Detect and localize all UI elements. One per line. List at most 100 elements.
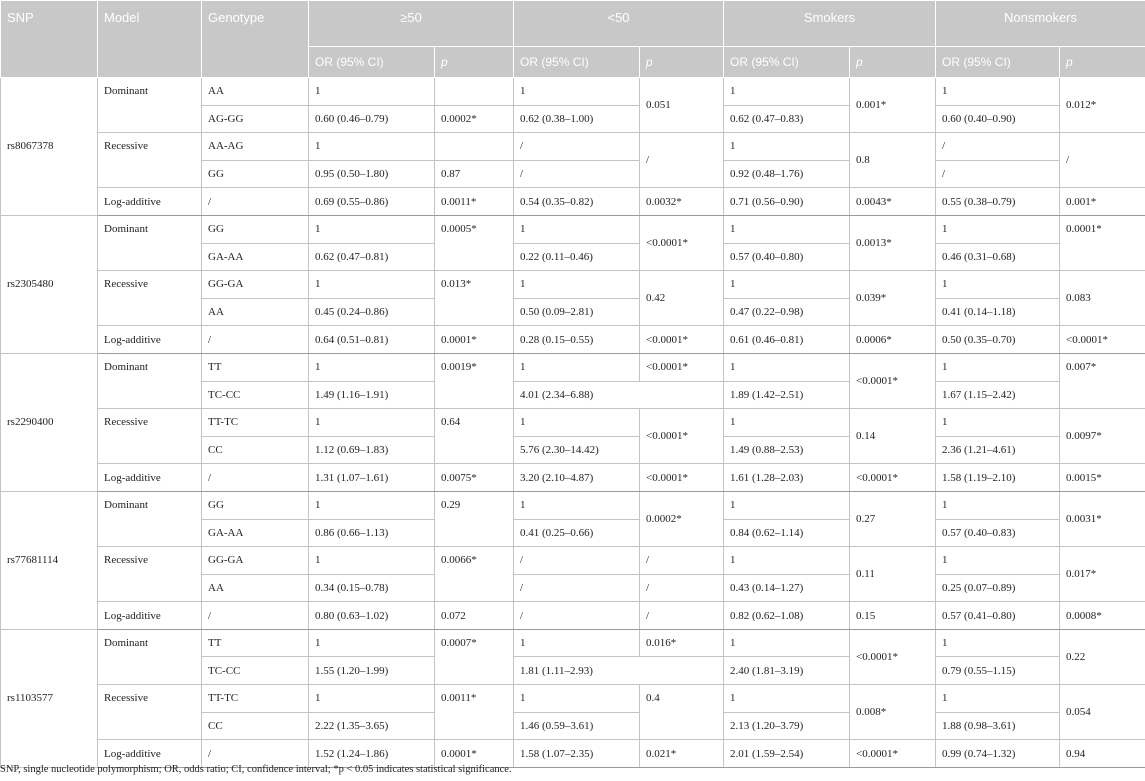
or-cell: 0.41 (0.25–0.66): [513, 518, 641, 548]
p-cell: 0.0007*: [433, 628, 515, 686]
header-group-age-50-plus: ≥50: [307, 0, 515, 47]
or-cell: 0.84 (0.62–1.14): [723, 518, 851, 548]
genotype-cell: GG: [201, 214, 309, 244]
or-cell: 0.34 (0.15–0.78): [308, 573, 435, 603]
genotype-cell: GA-AA: [201, 518, 309, 548]
or-cell: /: [513, 601, 641, 630]
or-cell: 2.13 (1.20–3.79): [723, 711, 851, 741]
or-cell: 0.41 (0.14–1.18): [935, 297, 1061, 327]
or-cell: 0.99 (0.74–1.32): [935, 739, 1061, 768]
p-cell: 0.0066*: [433, 546, 515, 603]
p-cell: 0.0075*: [433, 463, 515, 492]
table-row: rs77681114 Dominant GG 1 0.29 1 0.0002* …: [0, 490, 1145, 630]
or-cell: 0.86 (0.66–1.13): [308, 518, 435, 548]
or-cell: 1: [723, 270, 851, 299]
table-row: Log-additive / 0.69 (0.55–0.86) 0.0011* …: [1, 187, 1145, 216]
p-cell: <0.0001*: [639, 463, 725, 492]
p-cell: 0.0011*: [433, 187, 515, 216]
table-row: rs2305480 Dominant GG 1 0.0005* 1 <0.000…: [0, 214, 1145, 354]
or-cell: 1: [723, 546, 851, 575]
p-cell: <0.0001*: [849, 628, 937, 686]
or-cell: 1: [513, 628, 641, 658]
genotype-cell: AA: [201, 297, 309, 327]
genotype-cell: /: [201, 325, 309, 354]
table-footnote: SNP, single nucleotide polymorphism; OR,…: [0, 764, 512, 775]
or-cell: 1.55 (1.20–1.99): [308, 656, 435, 686]
or-cell: 1.12 (0.69–1.83): [308, 435, 435, 465]
p-cell: 0.87: [433, 159, 515, 189]
header-row-groups: SNP Model Genotype ≥50 <50 Smokers Nonsm…: [0, 0, 1145, 78]
or-cell: 1.49 (0.88–2.53): [723, 435, 851, 465]
p-cell: [433, 132, 515, 161]
table-row: Recessive TT-TC 1 0.0011* 1 0.4 1 0.008*…: [1, 684, 1145, 741]
or-cell: 5.76 (2.30–14.42): [513, 435, 641, 465]
header-or: OR (95% CI): [935, 46, 1061, 78]
model-cell: Log-additive: [97, 601, 202, 630]
p-cell: 0.0013*: [849, 214, 937, 272]
p-cell: 0.4: [639, 684, 725, 741]
or-cell: 1: [513, 684, 641, 713]
or-cell: 1.81 (1.11–2.93): [513, 656, 725, 686]
p-cell: /: [639, 573, 725, 603]
model-cell: Recessive: [97, 270, 202, 327]
or-cell: 1: [308, 490, 435, 520]
snp-cell: rs77681114: [0, 490, 98, 630]
or-cell: 2.40 (1.81–3.19): [723, 656, 851, 686]
header-p: p: [1059, 46, 1145, 78]
model-cell: Log-additive: [97, 325, 202, 354]
p-cell: <0.0001*: [639, 325, 725, 354]
genotype-cell: CC: [201, 711, 309, 741]
or-cell: 1: [723, 77, 851, 106]
header-p: p: [849, 46, 937, 78]
snp-cell: rs8067378: [0, 77, 98, 216]
or-cell: 0.62 (0.47–0.83): [723, 104, 851, 134]
or-cell: 0.60 (0.46–0.79): [308, 104, 435, 134]
or-cell: /: [935, 159, 1061, 189]
genotype-cell: TC-CC: [201, 380, 309, 410]
p-cell: 0.8: [849, 132, 937, 189]
genotype-cell: CC: [201, 435, 309, 465]
header-or: OR (95% CI): [723, 46, 851, 78]
p-cell: 0.083: [1059, 270, 1145, 327]
table-row: Recessive GG-GA 1 0.013* 1 0.42 1 0.039*…: [1, 270, 1145, 327]
or-cell: 1.49 (1.16–1.91): [308, 380, 435, 410]
p-cell: 0.013*: [433, 270, 515, 327]
p-cell: <0.0001*: [1059, 325, 1145, 354]
p-cell: 0.072: [433, 601, 515, 630]
or-cell: 1: [935, 270, 1061, 299]
header-snp: SNP: [0, 0, 98, 78]
or-cell: 0.46 (0.31–0.68): [935, 242, 1061, 272]
p-cell: 0.27: [849, 490, 937, 548]
or-cell: 1: [513, 352, 641, 382]
or-cell: 1: [935, 352, 1061, 382]
model-cell: Dominant: [97, 76, 202, 134]
or-cell: 1: [723, 490, 851, 520]
p-cell: 0.001*: [849, 76, 937, 134]
or-cell: 0.47 (0.22–0.98): [723, 297, 851, 327]
model-cell: Recessive: [97, 546, 202, 603]
p-cell: <0.0001*: [849, 739, 937, 768]
model-cell: Dominant: [97, 214, 202, 272]
header-or: OR (95% CI): [513, 46, 641, 78]
p-cell: 0.0011*: [433, 684, 515, 741]
or-cell: 2.01 (1.59–2.54): [723, 739, 851, 768]
or-cell: 0.50 (0.09–2.81): [513, 297, 641, 327]
or-cell: 1: [935, 214, 1061, 244]
or-cell: 1: [723, 352, 851, 382]
table-row: rs1103577 Dominant TT 1 0.0007* 1 0.016*…: [0, 628, 1145, 768]
model-cell: Recessive: [97, 132, 202, 189]
or-cell: 0.54 (0.35–0.82): [513, 187, 641, 216]
or-cell: 1: [308, 408, 435, 437]
p-cell: 0.0002*: [433, 104, 515, 134]
p-cell: 0.001*: [1059, 187, 1145, 216]
or-cell: 3.20 (2.10–4.87): [513, 463, 641, 492]
or-cell: 1: [308, 270, 435, 299]
genotype-cell: TT-TC: [201, 684, 309, 713]
or-cell: 0.71 (0.56–0.90): [723, 187, 851, 216]
or-cell: 2.22 (1.35–3.65): [308, 711, 435, 741]
genotype-cell: TT: [201, 352, 309, 382]
or-cell: 0.62 (0.47–0.81): [308, 242, 435, 272]
p-cell: 0.0031*: [1059, 490, 1145, 548]
p-cell: /: [639, 601, 725, 630]
association-table: SNP Model Genotype ≥50 <50 Smokers Nonsm…: [0, 0, 1145, 768]
